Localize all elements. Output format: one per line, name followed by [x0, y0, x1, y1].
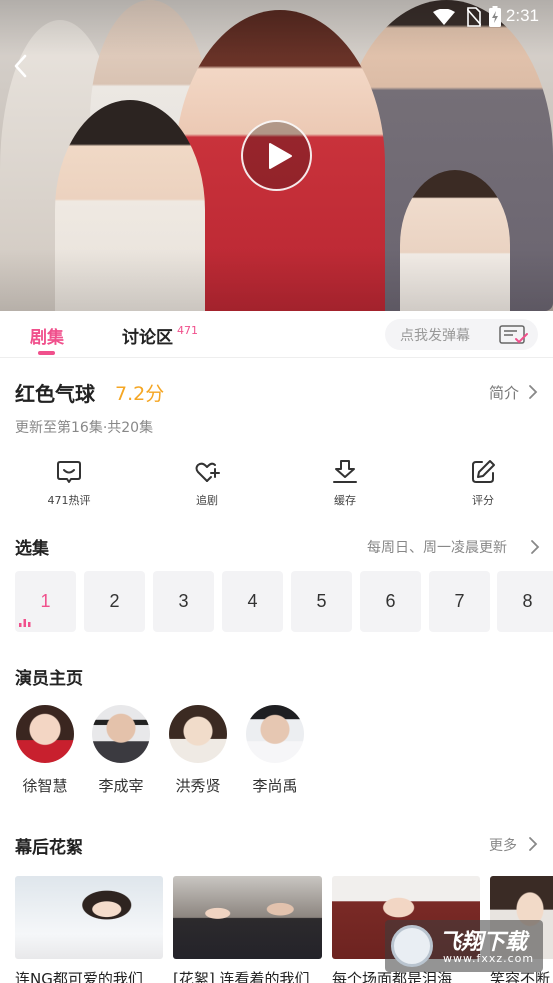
follow-show-label: 追剧 — [196, 494, 218, 507]
bts-more-link[interactable]: 更多 — [489, 835, 517, 855]
hot-comments-label: 471热评 — [47, 494, 91, 507]
watermark-logo — [391, 925, 433, 967]
avatar — [169, 705, 227, 763]
bts-card[interactable]: 连NG都可爱的我们 — [15, 876, 163, 983]
danmu-placeholder: 点我发弹幕 — [400, 328, 470, 344]
avatar — [92, 705, 150, 763]
episode-number: 1 — [40, 591, 51, 611]
show-title: 红色气球 — [15, 382, 95, 406]
avatar — [246, 705, 304, 763]
actor-name: 徐智慧 — [22, 777, 68, 795]
status-bar: 2:31 — [0, 0, 553, 32]
rate-button[interactable]: 评分 — [438, 458, 528, 508]
tab-discussion[interactable]: 讨论区 — [122, 323, 173, 348]
bts-caption: 连NG都可爱的我们 — [15, 970, 143, 983]
episode-2[interactable]: 2 — [84, 571, 145, 632]
actor-name: 洪秀贤 — [175, 777, 221, 795]
wifi-icon — [433, 9, 455, 25]
episode-list: 1 2 3 4 5 6 7 8 — [15, 571, 553, 632]
update-status: 更新至第16集·共20集 — [15, 420, 154, 436]
episode-3[interactable]: 3 — [153, 571, 214, 632]
edit-icon — [472, 460, 495, 483]
rate-label: 评分 — [472, 494, 494, 507]
episodes-schedule[interactable]: 每周日、周一凌晨更新 — [367, 537, 507, 557]
bts-thumbnail — [15, 876, 163, 959]
download-label: 缓存 — [334, 494, 356, 507]
bts-caption: [花絮] 连看着的我们 — [173, 970, 310, 983]
status-time: 2:31 — [505, 6, 539, 25]
discussion-count: 471 — [177, 324, 198, 337]
actor-card[interactable]: 洪秀贤 — [168, 705, 228, 796]
actor-name: 李尚禹 — [252, 777, 298, 795]
episode-8[interactable]: 8 — [497, 571, 553, 632]
episode-7[interactable]: 7 — [429, 571, 490, 632]
tab-bar: 剧集 讨论区 471 点我发弹幕 — [0, 311, 553, 358]
download-button[interactable]: 缓存 — [300, 458, 390, 508]
episode-5[interactable]: 5 — [291, 571, 352, 632]
bts-thumbnail — [173, 876, 322, 959]
watermark-subtext: www.fxxz.com — [443, 952, 535, 965]
follow-show-button[interactable]: 追剧 — [162, 458, 252, 508]
actor-card[interactable]: 李尚禹 — [245, 705, 305, 796]
no-sim-icon — [467, 7, 481, 27]
battery-charging-icon — [489, 6, 501, 27]
actors-title: 演员主页 — [15, 669, 83, 689]
avatar — [16, 705, 74, 763]
actor-card[interactable]: 李成宰 — [91, 705, 151, 796]
bts-card[interactable]: [花絮] 连看着的我们 — [173, 876, 322, 983]
intro-link[interactable]: 简介 — [489, 382, 519, 403]
danmu-input[interactable]: 点我发弹幕 — [385, 319, 538, 350]
heart-plus-icon — [195, 462, 220, 482]
tab-indicator — [38, 351, 55, 355]
comment-icon — [57, 461, 81, 483]
site-watermark: 飞翔下载 www.fxxz.com — [385, 920, 543, 972]
episode-6[interactable]: 6 — [360, 571, 421, 632]
danmu-settings-icon[interactable] — [499, 325, 529, 345]
play-icon — [269, 143, 292, 169]
actor-card[interactable]: 徐智慧 — [15, 705, 75, 796]
chevron-right-icon[interactable] — [528, 836, 538, 852]
episode-1[interactable]: 1 — [15, 571, 76, 632]
actor-name: 李成宰 — [98, 777, 144, 795]
chevron-right-icon[interactable] — [530, 539, 540, 555]
chevron-right-icon[interactable] — [528, 384, 538, 400]
now-playing-icon — [19, 619, 31, 627]
bts-title: 幕后花絮 — [15, 838, 83, 858]
episodes-title: 选集 — [15, 539, 49, 559]
back-button[interactable] — [10, 52, 34, 80]
episode-4[interactable]: 4 — [222, 571, 283, 632]
play-button[interactable] — [241, 120, 312, 191]
show-score: 7.2分 — [115, 383, 165, 405]
download-icon — [333, 460, 357, 483]
hot-comments-button[interactable]: 471热评 — [24, 458, 114, 508]
tab-episodes[interactable]: 剧集 — [30, 323, 64, 348]
video-player[interactable]: 2:31 — [0, 0, 553, 311]
